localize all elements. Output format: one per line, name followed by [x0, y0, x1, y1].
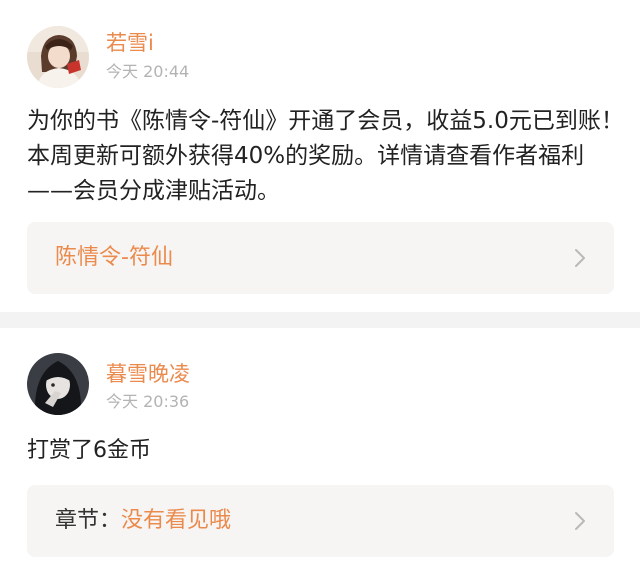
message-text: 为你的书《陈情令-符仙》开通了会员，收益5.0元已到账！本周更新可额外获得40%… — [27, 108, 624, 204]
timestamp: 今天 20:36 — [106, 392, 190, 411]
book-title-link: 陈情令-符仙 — [55, 245, 173, 270]
book-link-card[interactable]: 陈情令-符仙 — [27, 222, 614, 294]
notification-card: 若雪i 今天 20:44 为你的书《陈情令-符仙》开通了会员，收益5.0元已到账… — [0, 0, 640, 312]
user-avatar[interactable] — [27, 26, 89, 88]
user-name[interactable]: 若雪i — [106, 30, 154, 56]
user-avatar[interactable] — [27, 353, 89, 415]
notification-feed: 若雪i 今天 20:44 为你的书《陈情令-符仙》开通了会员，收益5.0元已到账… — [0, 0, 640, 569]
link-text: 章节：没有看见哦 — [55, 485, 231, 557]
chapter-link-card[interactable]: 章节：没有看见哦 — [27, 485, 614, 557]
timestamp: 今天 20:44 — [106, 62, 190, 81]
section-divider — [0, 312, 640, 328]
user-name[interactable]: 暮雪晚凌 — [106, 361, 190, 387]
link-text: 陈情令-符仙 — [55, 222, 173, 294]
notification-card: 暮雪晚凌 今天 20:36 打赏了6金币 章节：没有看见哦 — [0, 328, 640, 569]
link-prefix: 章节： — [55, 508, 122, 533]
message-text: 打赏了6金币 — [27, 438, 151, 463]
chevron-right-icon — [575, 249, 585, 267]
chapter-title-link: 没有看见哦 — [121, 508, 232, 533]
chevron-right-icon — [575, 512, 585, 530]
